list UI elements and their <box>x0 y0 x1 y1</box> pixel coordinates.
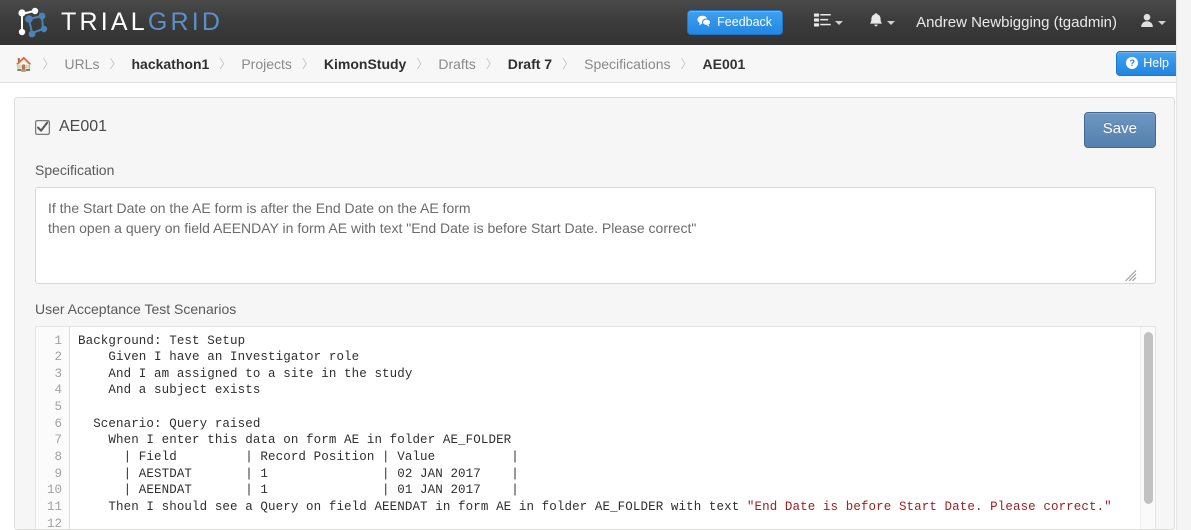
code-line: And a subject exists <box>78 383 261 398</box>
line-number: 1 <box>54 333 62 348</box>
code-line: And I am assigned to a site in the study <box>78 366 413 381</box>
specification-panel: AE001 Save Specification User Acceptance… <box>14 97 1175 530</box>
uat-scenarios-label: User Acceptance Test Scenarios <box>35 300 237 317</box>
breadcrumb: 🏠 〉 URLs 〉 hackathon1 〉 Projects 〉 Kimon… <box>14 55 746 72</box>
specification-field-wrapper <box>35 186 1156 284</box>
comments-icon <box>697 15 712 30</box>
specification-label: Specification <box>35 161 115 178</box>
breadcrumb-item-urls[interactable]: URLs <box>63 56 100 72</box>
page-title: AE001 <box>59 118 108 135</box>
breadcrumb-item-ae001: AE001 <box>702 55 746 72</box>
line-number: 6 <box>54 416 62 431</box>
editor-vertical-scrollbar[interactable] <box>1140 326 1155 529</box>
brand-text-primary: TRIAL <box>61 8 148 36</box>
editor-scrollbar-thumb[interactable] <box>1144 331 1153 504</box>
navbar-right-group: Feedback Andrew Newbigging (tgadmin) <box>687 0 1179 45</box>
code-line: Background: Test Setup <box>78 333 246 348</box>
user-icon <box>1140 13 1154 33</box>
editor-line-number-gutter: 1 2 3 4 5 6 7 8 9 10 11 12 <box>36 326 70 530</box>
panel-title-group: AE001 <box>34 112 108 136</box>
line-number: 4 <box>54 383 62 398</box>
help-button-label: Help <box>1143 55 1169 70</box>
node-graph-icon <box>14 7 50 39</box>
gherkin-code-editor[interactable]: 1 2 3 4 5 6 7 8 9 10 11 12 Background: T… <box>35 325 1156 530</box>
chevron-down-icon <box>1158 20 1166 25</box>
breadcrumb-item-draft-7[interactable]: Draft 7 <box>507 56 553 72</box>
question-circle-icon: ? <box>1126 57 1139 69</box>
brand-wordmark: TRIALGRID <box>61 10 223 35</box>
line-number: 5 <box>54 400 62 415</box>
page-vertical-scrollbar[interactable] <box>1176 0 1191 530</box>
line-number: 11 <box>46 500 62 515</box>
help-button[interactable]: ? Help <box>1116 50 1181 77</box>
line-number: 10 <box>46 483 62 498</box>
notifications-menu[interactable] <box>856 0 908 45</box>
breadcrumb-bar: 🏠 〉 URLs 〉 hackathon1 〉 Projects 〉 Kimon… <box>0 45 1191 83</box>
breadcrumb-home[interactable]: 🏠 <box>14 56 33 72</box>
line-number: 7 <box>54 433 62 448</box>
line-number: 8 <box>54 450 62 465</box>
breadcrumb-separator: 〉 <box>301 57 314 71</box>
username-label: Andrew Newbigging (tgadmin) <box>916 14 1117 31</box>
code-line-text: Then I should see a Query on field AEEND… <box>78 500 747 515</box>
line-number: 3 <box>54 366 62 381</box>
brand-text-secondary: GRID <box>147 8 224 36</box>
checked-checkbox-icon[interactable] <box>34 119 51 135</box>
list-tasks-icon <box>814 13 831 32</box>
breadcrumb-separator: 〉 <box>42 57 55 71</box>
breadcrumb-item-drafts[interactable]: Drafts <box>437 56 476 72</box>
breadcrumb-item-hackathon1[interactable]: hackathon1 <box>130 56 210 72</box>
breadcrumb-separator: 〉 <box>485 57 498 71</box>
breadcrumb-item-kimonstudy[interactable]: KimonStudy <box>323 56 407 72</box>
bell-icon <box>869 12 883 33</box>
breadcrumb-separator: 〉 <box>680 57 693 71</box>
save-button[interactable]: Save <box>1083 112 1156 148</box>
page-body: AE001 Save Specification User Acceptance… <box>0 83 1191 530</box>
code-line-table-header: | Field | Record Position | Value | <box>78 450 519 465</box>
feedback-button-label: Feedback <box>717 14 773 29</box>
breadcrumb-separator: 〉 <box>219 57 232 71</box>
code-line: Scenario: Query raised <box>78 416 261 431</box>
code-line: When I enter this data on form AE in fol… <box>78 433 512 448</box>
code-line-table-row: | AEENDAT | 1 | 01 JAN 2017 | <box>78 483 519 498</box>
breadcrumb-separator: 〉 <box>109 57 122 71</box>
specification-input[interactable] <box>35 186 1156 284</box>
breadcrumb-separator: 〉 <box>562 57 575 71</box>
top-navbar: TRIALGRID Feedback Andrew Newbigging (tg… <box>0 0 1191 45</box>
line-number: 9 <box>54 466 62 481</box>
user-account-menu[interactable] <box>1127 0 1179 45</box>
line-number: 12 <box>46 516 62 530</box>
code-line-table-row: | AESTDAT | 1 | 02 JAN 2017 | <box>78 466 519 481</box>
tasks-menu[interactable] <box>801 0 856 45</box>
breadcrumb-separator: 〉 <box>416 57 429 71</box>
code-line: Then I should see a Query on field AEEND… <box>78 499 1155 516</box>
feedback-button[interactable]: Feedback <box>687 9 784 36</box>
chevron-down-icon <box>887 20 896 25</box>
code-string-literal: "End Date is before Start Date. Please c… <box>746 500 1112 515</box>
chevron-down-icon <box>835 20 844 25</box>
home-icon: 🏠 <box>15 55 33 72</box>
editor-code-area[interactable]: Background: Test Setup Given I have an I… <box>70 327 1155 530</box>
brand-logo-link[interactable]: TRIALGRID <box>10 7 223 39</box>
breadcrumb-item-specifications[interactable]: Specifications <box>583 56 671 72</box>
code-line: Given I have an Investigator role <box>78 350 360 365</box>
breadcrumb-item-projects[interactable]: Projects <box>240 56 293 72</box>
panel-header: AE001 Save <box>34 112 1156 148</box>
line-number: 2 <box>54 350 62 365</box>
